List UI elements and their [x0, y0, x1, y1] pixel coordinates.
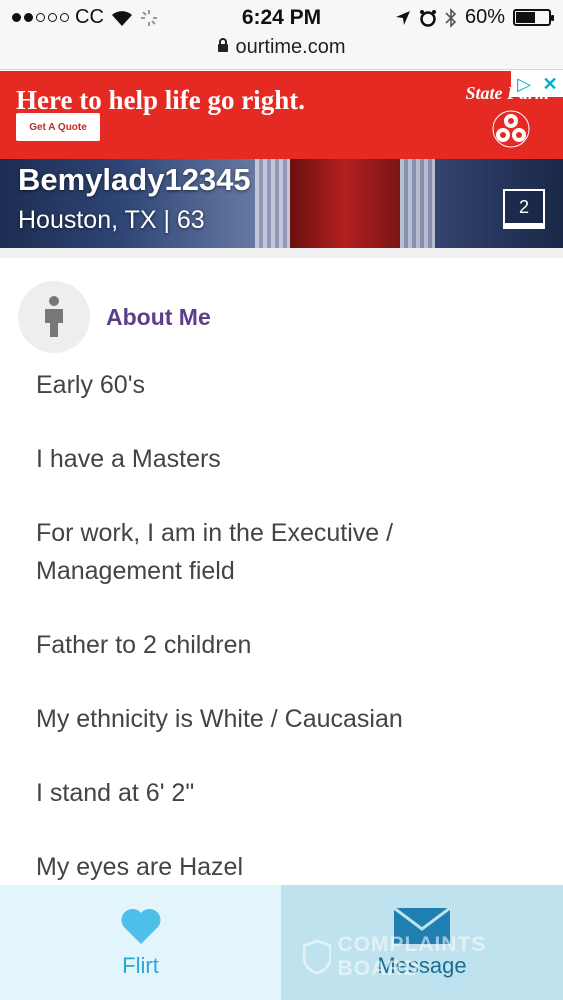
battery-percent: 60%	[464, 6, 505, 28]
profile-username: Bemylady12345	[18, 162, 251, 197]
heart-icon	[120, 908, 161, 944]
shield-icon	[303, 939, 332, 975]
battery-icon	[513, 9, 554, 26]
about-me-header: About Me	[18, 280, 211, 354]
profile-photo-background-shirt	[400, 159, 435, 248]
battery-level	[516, 12, 536, 23]
about-item: Father to 2 children	[36, 631, 252, 659]
about-item: My eyes are Hazel	[36, 853, 244, 881]
alarm-icon	[419, 9, 436, 27]
profile-header[interactable]: Bemylady12345 Houston, TX | 63 2	[0, 159, 563, 248]
about-me-title: About Me	[106, 303, 211, 330]
flirt-label: Flirt	[122, 952, 159, 978]
about-item: Early 60's	[36, 371, 145, 399]
state-farm-logo-icon	[492, 110, 530, 148]
profile-location-age: Houston, TX | 63	[18, 206, 205, 234]
url-text: ourtime.com	[235, 36, 346, 58]
about-item: I have a Masters	[36, 445, 221, 473]
adchoices-icon[interactable]: ▷	[511, 71, 537, 97]
location-arrow-icon	[395, 10, 410, 25]
photo-count-button[interactable]: 2	[503, 189, 545, 229]
complaints-board-watermark: COMPLAINTS BOARD	[303, 933, 563, 981]
about-item: My ethnicity is White / Caucasian	[36, 705, 403, 733]
ad-headline: Here to help life go right.	[16, 85, 305, 115]
about-me-section: About Me Early 60's I have a Masters For…	[0, 248, 563, 885]
bottom-action-bar: Flirt Message COMPLAINTS BOARD	[0, 885, 563, 1000]
profile-photo-background-tie	[290, 159, 400, 248]
ad-choices: ▷ ✕	[511, 71, 563, 97]
about-item: For work, I am in the Executive / Manage…	[36, 519, 394, 585]
person-icon	[18, 281, 90, 353]
about-item: I stand at 6' 2"	[36, 779, 195, 807]
watermark-text: COMPLAINTS BOARD	[337, 933, 487, 980]
ad-banner[interactable]: Here to help life go right. Get A Quote …	[0, 71, 563, 159]
about-me-list: Early 60's I have a Masters For work, I …	[36, 366, 536, 922]
lock-icon	[217, 36, 229, 59]
status-bar: CC 6:24 PM 60%	[0, 4, 563, 34]
status-icons: 60%	[395, 6, 554, 29]
message-button[interactable]: Message COMPLAINTS BOARD	[281, 885, 563, 1000]
close-ad-icon[interactable]: ✕	[537, 71, 563, 97]
address-bar[interactable]: ourtime.com	[0, 36, 563, 59]
browser-chrome: CC 6:24 PM 60% ourtime.com	[0, 0, 563, 70]
flirt-button[interactable]: Flirt	[0, 885, 281, 1000]
profile-photo-background	[255, 159, 290, 248]
ad-quote-button[interactable]: Get A Quote	[16, 113, 100, 141]
bluetooth-icon	[445, 7, 457, 28]
